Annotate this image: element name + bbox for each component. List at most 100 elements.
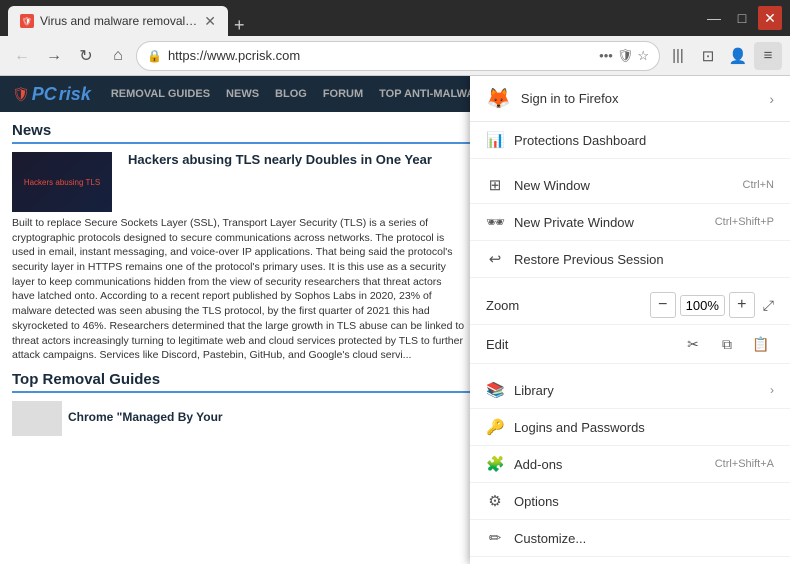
zoom-row: Zoom − 100% + ⤢: [470, 286, 790, 325]
customize-label: Customize...: [514, 531, 586, 546]
nav-blog[interactable]: BLOG: [275, 88, 307, 100]
back-button[interactable]: ←: [8, 42, 36, 70]
customize-icon: ✏: [486, 529, 504, 547]
bookmarks-button[interactable]: |||: [664, 42, 692, 70]
tab-close-button[interactable]: ✕: [204, 13, 216, 30]
options-icon: ⚙: [486, 492, 504, 510]
copy-button[interactable]: ⧉: [714, 331, 740, 357]
zoom-expand-icon[interactable]: ⤢: [763, 297, 774, 314]
close-button[interactable]: ✕: [758, 6, 782, 30]
restore-label: Restore Previous Session: [514, 252, 664, 267]
nav-forum[interactable]: FORUM: [323, 88, 363, 100]
tab-title: Virus and malware removal ins...: [40, 14, 198, 28]
nav-removal-guides[interactable]: REMOVAL GUIDES: [111, 88, 210, 100]
navigation-bar: ← → ↻ ⌂ 🔒 https://www.pcrisk.com ••• 🛡 ☆…: [0, 36, 790, 76]
addons-item[interactable]: 🧩 Add-ons Ctrl+Shift+A: [470, 446, 790, 483]
new-window-left: ⊞ New Window: [486, 176, 590, 194]
customize-left: ✏ Customize...: [486, 529, 586, 547]
private-window-icon: 🕶: [486, 213, 504, 231]
zoom-value: 100%: [680, 295, 725, 316]
thumb-text: Hackers abusing TLS: [24, 178, 100, 187]
protections-left: 📊 Protections Dashboard: [486, 131, 646, 149]
site-logo: 🛡 PC risk: [12, 84, 91, 105]
new-private-label: New Private Window: [514, 215, 634, 230]
lock-icon: 🔒: [147, 49, 162, 63]
restore-icon: ↩: [486, 250, 504, 268]
options-item[interactable]: ⚙ Options: [470, 483, 790, 520]
logo-shield-icon: 🛡: [12, 86, 30, 103]
addons-label: Add-ons: [514, 457, 562, 472]
new-private-left: 🕶 New Private Window: [486, 213, 634, 231]
sign-in-chevron-icon: ›: [769, 91, 774, 107]
protections-label: Protections Dashboard: [514, 133, 646, 148]
new-tab-button[interactable]: +: [234, 15, 245, 36]
tabs-button[interactable]: ⊡: [694, 42, 722, 70]
zoom-controls: − 100% + ⤢: [650, 292, 774, 318]
edit-row: Edit ✂ ⧉ 📋: [470, 325, 790, 364]
edit-label: Edit: [486, 337, 680, 352]
main-article-title[interactable]: Hackers abusing TLS nearly Doubles in On…: [128, 152, 432, 167]
new-window-label: New Window: [514, 178, 590, 193]
sign-in-title: Sign in to Firefox: [521, 91, 619, 106]
new-private-shortcut: Ctrl+Shift+P: [715, 216, 774, 228]
address-icons: ••• 🛡 ☆: [599, 48, 649, 64]
removal-item-title[interactable]: Chrome "Managed By Your: [68, 410, 223, 424]
library-icon: 📚: [486, 381, 504, 399]
new-window-item[interactable]: ⊞ New Window Ctrl+N: [470, 167, 790, 204]
address-bar[interactable]: 🔒 https://www.pcrisk.com ••• 🛡 ☆: [136, 41, 660, 71]
dots-icon[interactable]: •••: [599, 48, 613, 63]
nav-news[interactable]: NEWS: [226, 88, 259, 100]
home-button[interactable]: ⌂: [104, 42, 132, 70]
zoom-plus-button[interactable]: +: [729, 292, 755, 318]
customize-item[interactable]: ✏ Customize...: [470, 520, 790, 557]
active-tab[interactable]: 🛡 Virus and malware removal ins... ✕: [8, 6, 228, 36]
address-text: https://www.pcrisk.com: [168, 48, 593, 63]
restore-session-item[interactable]: ↩ Restore Previous Session: [470, 241, 790, 278]
logo-pc: PC: [32, 84, 57, 105]
website-content: 🛡 PC risk REMOVAL GUIDES NEWS BLOG FORUM…: [0, 76, 790, 564]
new-private-window-item[interactable]: 🕶 New Private Window Ctrl+Shift+P: [470, 204, 790, 241]
logins-item[interactable]: 🔑 Logins and Passwords: [470, 409, 790, 446]
options-left: ⚙ Options: [486, 492, 559, 510]
logins-icon: 🔑: [486, 418, 504, 436]
sign-in-text-block: Sign in to Firefox: [521, 91, 619, 106]
zoom-label: Zoom: [486, 298, 650, 313]
removal-section-title: Top Removal Guides: [12, 371, 485, 393]
firefox-icon: 🦊: [486, 86, 511, 111]
tab-area: 🛡 Virus and malware removal ins... ✕ +: [8, 0, 702, 36]
profile-button[interactable]: 👤: [724, 42, 752, 70]
logins-left: 🔑 Logins and Passwords: [486, 418, 645, 436]
zoom-minus-button[interactable]: −: [650, 292, 676, 318]
addons-icon: 🧩: [486, 455, 504, 473]
library-chevron-icon: ›: [770, 383, 774, 397]
sign-in-item[interactable]: 🦊 Sign in to Firefox ›: [470, 76, 790, 122]
star-icon[interactable]: ☆: [637, 48, 649, 64]
new-window-icon: ⊞: [486, 176, 504, 194]
cut-button[interactable]: ✂: [680, 331, 706, 357]
hamburger-menu-button[interactable]: ≡: [754, 42, 782, 70]
shield-icon[interactable]: 🛡: [617, 48, 634, 64]
main-article-text: Built to replace Secure Sockets Layer (S…: [12, 216, 466, 363]
main-article: Hackers abusing TLS Hackers abusing TLS …: [12, 152, 466, 363]
nav-right-icons: ||| ⊡ 👤 ≡: [664, 42, 782, 70]
minimize-button[interactable]: —: [702, 6, 726, 30]
sign-in-left: 🦊 Sign in to Firefox: [486, 86, 618, 111]
logo-risk: risk: [59, 84, 91, 105]
protections-icon: 📊: [486, 131, 504, 149]
addons-shortcut: Ctrl+Shift+A: [715, 458, 774, 470]
library-left: 📚 Library: [486, 381, 554, 399]
forward-button[interactable]: →: [40, 42, 68, 70]
removal-section: Top Removal Guides Chrome "Managed By Yo…: [12, 371, 485, 436]
title-bar: 🛡 Virus and malware removal ins... ✕ + —…: [0, 0, 790, 36]
new-window-shortcut: Ctrl+N: [743, 179, 774, 191]
library-item[interactable]: 📚 Library ›: [470, 372, 790, 409]
reload-button[interactable]: ↻: [72, 42, 100, 70]
firefox-menu: 🦊 Sign in to Firefox › 📊 Protections Das…: [470, 76, 790, 564]
main-article-content: Hackers abusing TLS nearly Doubles in On…: [128, 152, 432, 212]
edit-icons: ✂ ⧉ 📋: [680, 331, 774, 357]
paste-button[interactable]: 📋: [748, 331, 774, 357]
maximize-button[interactable]: □: [730, 6, 754, 30]
removal-thumb: [12, 401, 62, 436]
protections-dashboard-item[interactable]: 📊 Protections Dashboard: [470, 122, 790, 159]
window-controls: — □ ✕: [702, 6, 782, 30]
